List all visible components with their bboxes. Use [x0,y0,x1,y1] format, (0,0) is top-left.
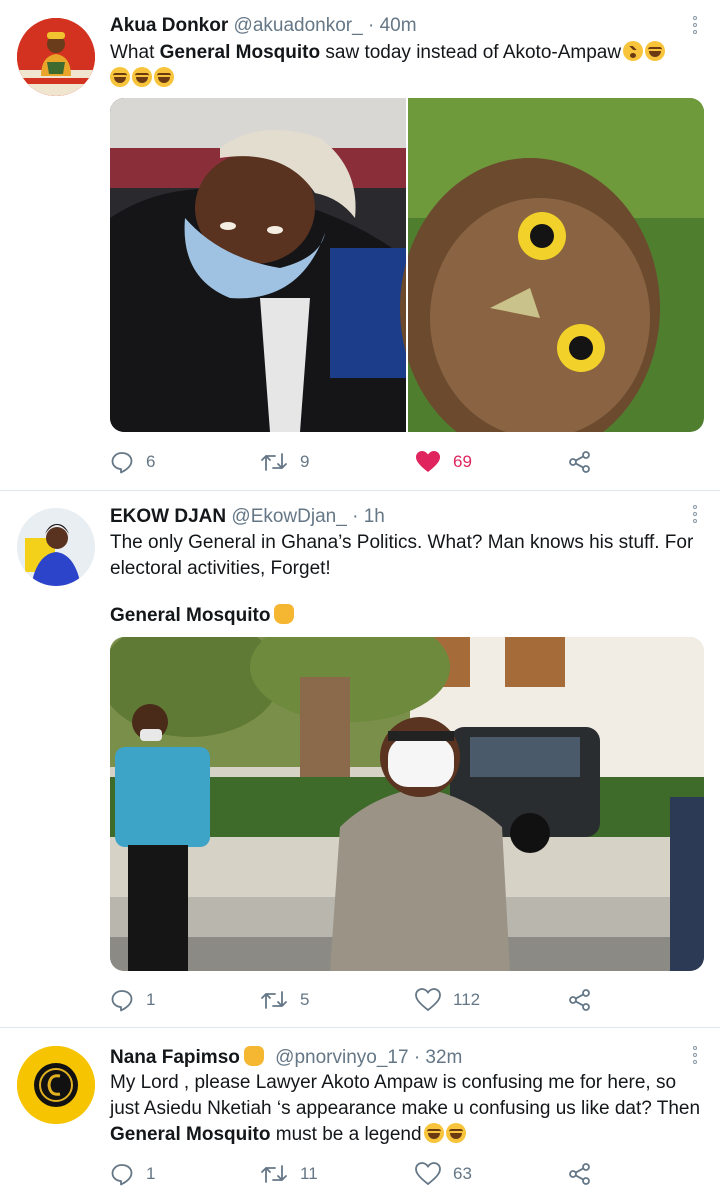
reply-button[interactable]: 1 [110,1159,155,1189]
tears-of-joy-emoji-icon [423,1123,444,1143]
tears-of-joy-emoji-icon [154,67,174,87]
retweet-count: 9 [300,452,310,471]
share-icon [569,989,590,1011]
tweet-text: The only General in Ghana’s Politics. Wh… [110,532,694,579]
dizzy-face-emoji-icon [623,41,644,61]
heart-icon [415,988,441,1012]
reply-icon [111,452,133,474]
like-count: 63 [453,1164,472,1183]
share-button[interactable] [568,1159,592,1189]
reply-count: 1 [146,1164,156,1183]
tweet-actions: 6 9 69 [110,447,710,477]
tweet-header: EKOW DJAN @EkowDjan_ · 1h [110,505,385,529]
tweet-ekow-djan[interactable]: EKOW DJAN @EkowDjan_ · 1h The only Gener… [0,491,720,1028]
avatar[interactable] [17,1046,95,1124]
display-name[interactable]: Akua Donkor [110,15,228,36]
user-handle[interactable]: @EkowDjan_ [231,506,346,527]
retweet-count: 11 [300,1164,318,1183]
raised-fist-emoji-icon [274,604,295,624]
tweet-akua-donkor[interactable]: Akua Donkor @akuadonkor_ · 40m What Gene… [0,0,720,491]
reply-icon [111,1164,133,1186]
like-count: 112 [453,990,481,1009]
tweet-header: Nana Fapimso @pnorvinyo_17 · 32m [110,1046,462,1070]
retweet-button[interactable]: 11 [260,1159,318,1189]
more-vertical-icon[interactable] [692,16,698,38]
reply-count: 1 [146,990,156,1009]
tweet-text-bold: General Mosquito [159,42,321,63]
share-button[interactable] [568,985,592,1015]
raised-fist-emoji-icon [243,1046,264,1066]
tweet-media[interactable] [110,637,704,971]
media-image-man-in-mask[interactable] [110,637,704,971]
avatar-image [17,508,95,586]
tweet-text-part: must be a legend [270,1124,422,1145]
like-button[interactable]: 63 [415,1159,472,1189]
tweet-nana-fapimso[interactable]: Nana Fapimso @pnorvinyo_17 · 32m My Lord… [0,1028,720,1193]
display-name[interactable]: Nana Fapimso [110,1047,240,1068]
tweet-text-bold: General Mosquito [110,1124,271,1145]
tweet-text-bold-line: General Mosquito [110,603,705,629]
tweet-text: My Lord , please Lawyer Akoto Ampaw is c… [110,1070,705,1148]
tweet-actions: 1 5 112 [110,985,710,1015]
tweet-text-part: saw today instead of Akoto-Ampaw [320,42,622,63]
more-vertical-icon[interactable] [692,505,698,527]
like-count: 69 [453,452,472,471]
media-image-lawyer-and-owl[interactable] [110,98,704,432]
display-name[interactable]: EKOW DJAN [110,506,226,527]
tweet-header: Akua Donkor @akuadonkor_ · 40m [110,14,417,38]
avatar[interactable] [17,508,95,586]
tweet-text-part: What [110,42,160,63]
tweet-text-part: My Lord , please Lawyer Akoto Ampaw is c… [110,1072,701,1119]
retweet-icon [261,453,287,471]
tweet-actions: 1 11 63 [110,1159,710,1189]
share-icon [569,1163,590,1185]
timestamp[interactable]: · 1h [352,506,385,527]
retweet-button[interactable]: 5 [260,985,309,1015]
timestamp[interactable]: · 32m [414,1047,463,1068]
reply-button[interactable]: 6 [110,447,155,477]
tears-of-joy-emoji-icon [110,67,130,87]
retweet-count: 5 [300,990,310,1009]
reply-count: 6 [146,452,156,471]
heart-icon [416,451,440,472]
more-vertical-icon[interactable] [692,1046,698,1068]
tweet-media[interactable] [110,98,704,432]
tears-of-joy-emoji-icon [645,41,666,61]
tears-of-joy-emoji-icon [132,67,152,87]
avatar-image [17,18,95,96]
like-button[interactable]: 69 [415,447,472,477]
tweet-text: What General Mosquito saw today instead … [110,40,705,92]
reply-button[interactable]: 1 [110,985,155,1015]
share-button[interactable] [568,447,592,477]
timestamp[interactable]: · 40m [368,15,417,36]
user-handle[interactable]: @akuadonkor_ [234,15,363,36]
reply-icon [111,990,133,1012]
share-icon [569,451,590,473]
retweet-icon [261,991,287,1009]
tears-of-joy-emoji-icon [445,1123,466,1143]
retweet-button[interactable]: 9 [260,447,309,477]
avatar-image [17,1046,95,1124]
user-handle[interactable]: @pnorvinyo_17 [275,1047,408,1068]
tweet-text-bold: General Mosquito [110,605,271,626]
avatar[interactable] [17,18,95,96]
like-button[interactable]: 112 [415,985,480,1015]
heart-icon [415,1162,441,1186]
retweet-icon [261,1165,287,1183]
